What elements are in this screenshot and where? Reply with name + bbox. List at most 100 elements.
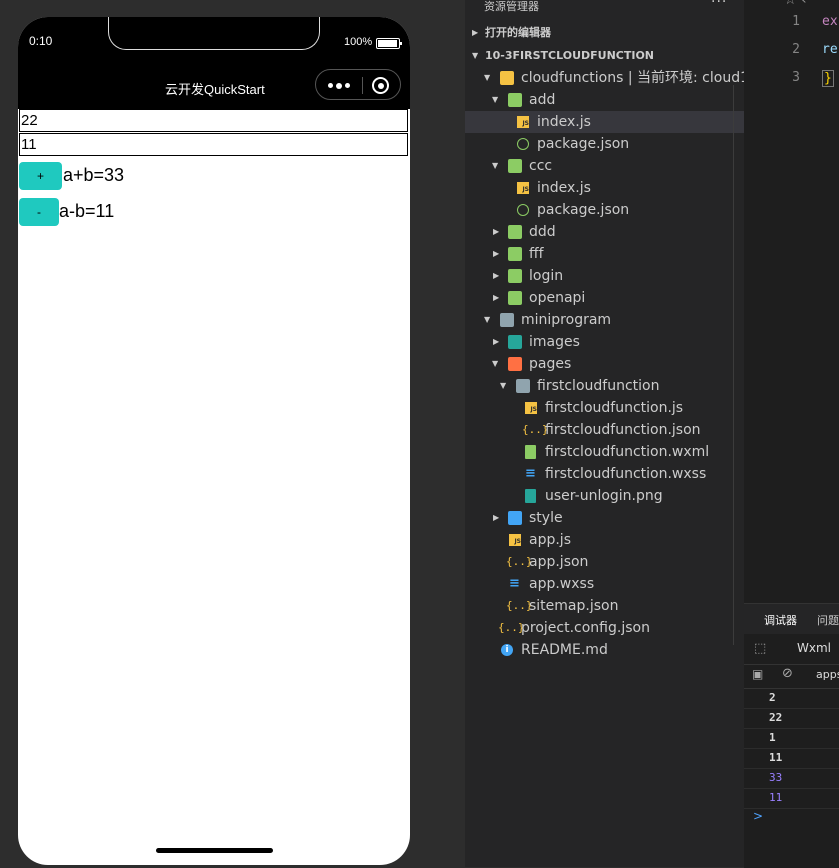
cloud-folder-icon — [508, 291, 522, 305]
number-a-input[interactable]: 22 — [19, 109, 408, 132]
cloud-folder-icon — [508, 269, 522, 283]
nav-title: 云开发QuickStart — [165, 82, 265, 97]
css-file-icon: ≡ — [525, 466, 536, 481]
tree-file-add-index-js[interactable]: JS index.js — [465, 111, 744, 133]
line-number: 2 — [792, 42, 800, 57]
tree-folder-ccc[interactable]: ▼ ccc — [465, 155, 744, 177]
miniprogram-capsule — [315, 69, 401, 100]
console-log-entry: 33 — [744, 768, 839, 789]
js-file-icon: JS — [509, 534, 521, 546]
tree-folder-firstcloudfunction[interactable]: ▼ firstcloudfunction — [465, 375, 744, 397]
cloud-folder-icon — [508, 225, 522, 239]
cloud-folder-icon — [508, 159, 522, 173]
tree-folder-add[interactable]: ▼ add — [465, 89, 744, 111]
js-file-icon: JS — [517, 116, 529, 128]
tree-file-app-js[interactable]: JS app.js — [465, 529, 744, 551]
number-b-input[interactable]: 11 — [19, 133, 408, 156]
console-log-entry: 1 — [744, 728, 839, 749]
css-file-icon: ≡ — [509, 576, 520, 591]
editor-toolbar-icons[interactable]: ☆ ‹ — [784, 0, 807, 8]
tree-file-sitemap-json[interactable]: {..} sitemap.json — [465, 595, 744, 617]
code-line[interactable]: } — [822, 70, 834, 87]
explorer-title: 资源管理器 — [484, 0, 539, 13]
tree-file-app-wxss[interactable]: ≡ app.wxss — [465, 573, 744, 595]
open-editors-section[interactable]: ▶ 打开的编辑器 — [465, 22, 744, 44]
json-file-icon: {..} — [522, 423, 549, 436]
tree-folder-cloudfunctions[interactable]: ▼ cloudfunctions | 当前环境: cloud1 — [465, 67, 749, 89]
tree-folder-fff[interactable]: ▶ fff — [465, 243, 744, 265]
cloud-folder-icon — [508, 93, 522, 107]
style-folder-icon — [508, 511, 522, 525]
image-folder-icon — [508, 335, 522, 349]
project-section[interactable]: ▼ 10-3FIRSTCLOUDFUNCTION — [465, 45, 744, 67]
battery-icon — [376, 38, 402, 49]
chevron-right-icon: ▶ — [493, 293, 500, 302]
console-context[interactable]: apps — [816, 668, 839, 681]
phone-status-and-nav-bar: 0:10 100% 云开发QuickStart — [18, 17, 410, 109]
info-icon: i — [501, 644, 513, 656]
difference-result: a-b=11 — [59, 201, 115, 221]
tree-file-add-package-json[interactable]: package.json — [465, 133, 744, 155]
chevron-right-icon: ▶ — [493, 249, 500, 258]
phone-notch — [108, 17, 320, 50]
tab-wxml[interactable]: Wxml — [797, 641, 831, 655]
tree-file-firstcloudfunction-wxss[interactable]: ≡ firstcloudfunction.wxss — [465, 463, 744, 485]
more-options-icon[interactable] — [328, 82, 350, 89]
console-log-entry: 2 — [744, 688, 839, 709]
home-indicator — [156, 848, 273, 853]
json-file-icon: {..} — [506, 599, 533, 612]
status-time: 0:10 — [29, 34, 53, 48]
chevron-right-icon: ▶ — [493, 337, 500, 346]
tree-file-user-unlogin-png[interactable]: user-unlogin.png — [465, 485, 744, 507]
tree-file-firstcloudfunction-js[interactable]: JS firstcloudfunction.js — [465, 397, 744, 419]
folder-open-icon — [500, 313, 514, 327]
tree-folder-images[interactable]: ▶ images — [465, 331, 744, 353]
more-actions-icon[interactable]: ··· — [711, 0, 727, 10]
tree-file-firstcloudfunction-wxml[interactable]: firstcloudfunction.wxml — [465, 441, 744, 463]
tree-file-firstcloudfunction-json[interactable]: {..} firstcloudfunction.json — [465, 419, 744, 441]
json-file-icon: {..} — [498, 621, 525, 634]
node-package-icon — [517, 204, 529, 216]
tree-file-ccc-package-json[interactable]: package.json — [465, 199, 744, 221]
tab-problems[interactable]: 问题 — [817, 612, 839, 628]
folder-open-icon — [500, 71, 514, 85]
image-file-icon — [525, 489, 536, 503]
tree-folder-pages[interactable]: ▼ pages — [465, 353, 744, 375]
console-prompt[interactable]: > — [753, 809, 763, 823]
add-button[interactable]: + — [19, 162, 62, 190]
tree-file-app-json[interactable]: {..} app.json — [465, 551, 744, 573]
code-line[interactable]: re — [822, 42, 838, 57]
chevron-down-icon: ▼ — [484, 73, 491, 82]
wxml-file-icon — [525, 445, 536, 459]
code-line[interactable]: ex — [822, 14, 838, 29]
subtract-button[interactable]: - — [19, 198, 59, 226]
sum-result: a+b=33 — [63, 165, 125, 185]
tree-file-readme-md[interactable]: i README.md — [465, 639, 744, 661]
tab-debugger[interactable]: 调试器 — [764, 612, 797, 635]
debugger-tabs: 调试器 问题 — [744, 604, 839, 635]
console-log-entry: 22 — [744, 708, 839, 729]
close-miniprogram-icon[interactable] — [372, 77, 389, 94]
console-log-entry: 11 — [744, 748, 839, 769]
tree-folder-style[interactable]: ▶ style — [465, 507, 744, 529]
tree-folder-openapi[interactable]: ▶ openapi — [465, 287, 744, 309]
inspect-element-icon[interactable]: ⬚ — [754, 641, 766, 656]
js-file-icon: JS — [517, 182, 529, 194]
tree-folder-miniprogram[interactable]: ▼ miniprogram — [465, 309, 744, 331]
sidebar-toggle-icon[interactable]: ▣ — [752, 667, 763, 681]
chevron-down-icon: ▼ — [472, 51, 479, 60]
chevron-right-icon: ▶ — [493, 513, 500, 522]
folder-open-icon — [516, 379, 530, 393]
clear-console-icon[interactable]: ⊘ — [782, 666, 793, 681]
chevron-down-icon: ▼ — [492, 161, 499, 170]
tree-file-project-config-json[interactable]: {..} project.config.json — [465, 617, 744, 639]
chevron-down-icon: ▼ — [492, 359, 499, 368]
js-file-icon: JS — [525, 402, 537, 414]
cloud-folder-icon — [508, 247, 522, 261]
tree-folder-login[interactable]: ▶ login — [465, 265, 744, 287]
chevron-down-icon: ▼ — [484, 315, 491, 324]
node-package-icon — [517, 138, 529, 150]
tree-folder-ddd[interactable]: ▶ ddd — [465, 221, 744, 243]
tree-file-ccc-index-js[interactable]: JS index.js — [465, 177, 744, 199]
chevron-right-icon: ▶ — [472, 28, 479, 37]
